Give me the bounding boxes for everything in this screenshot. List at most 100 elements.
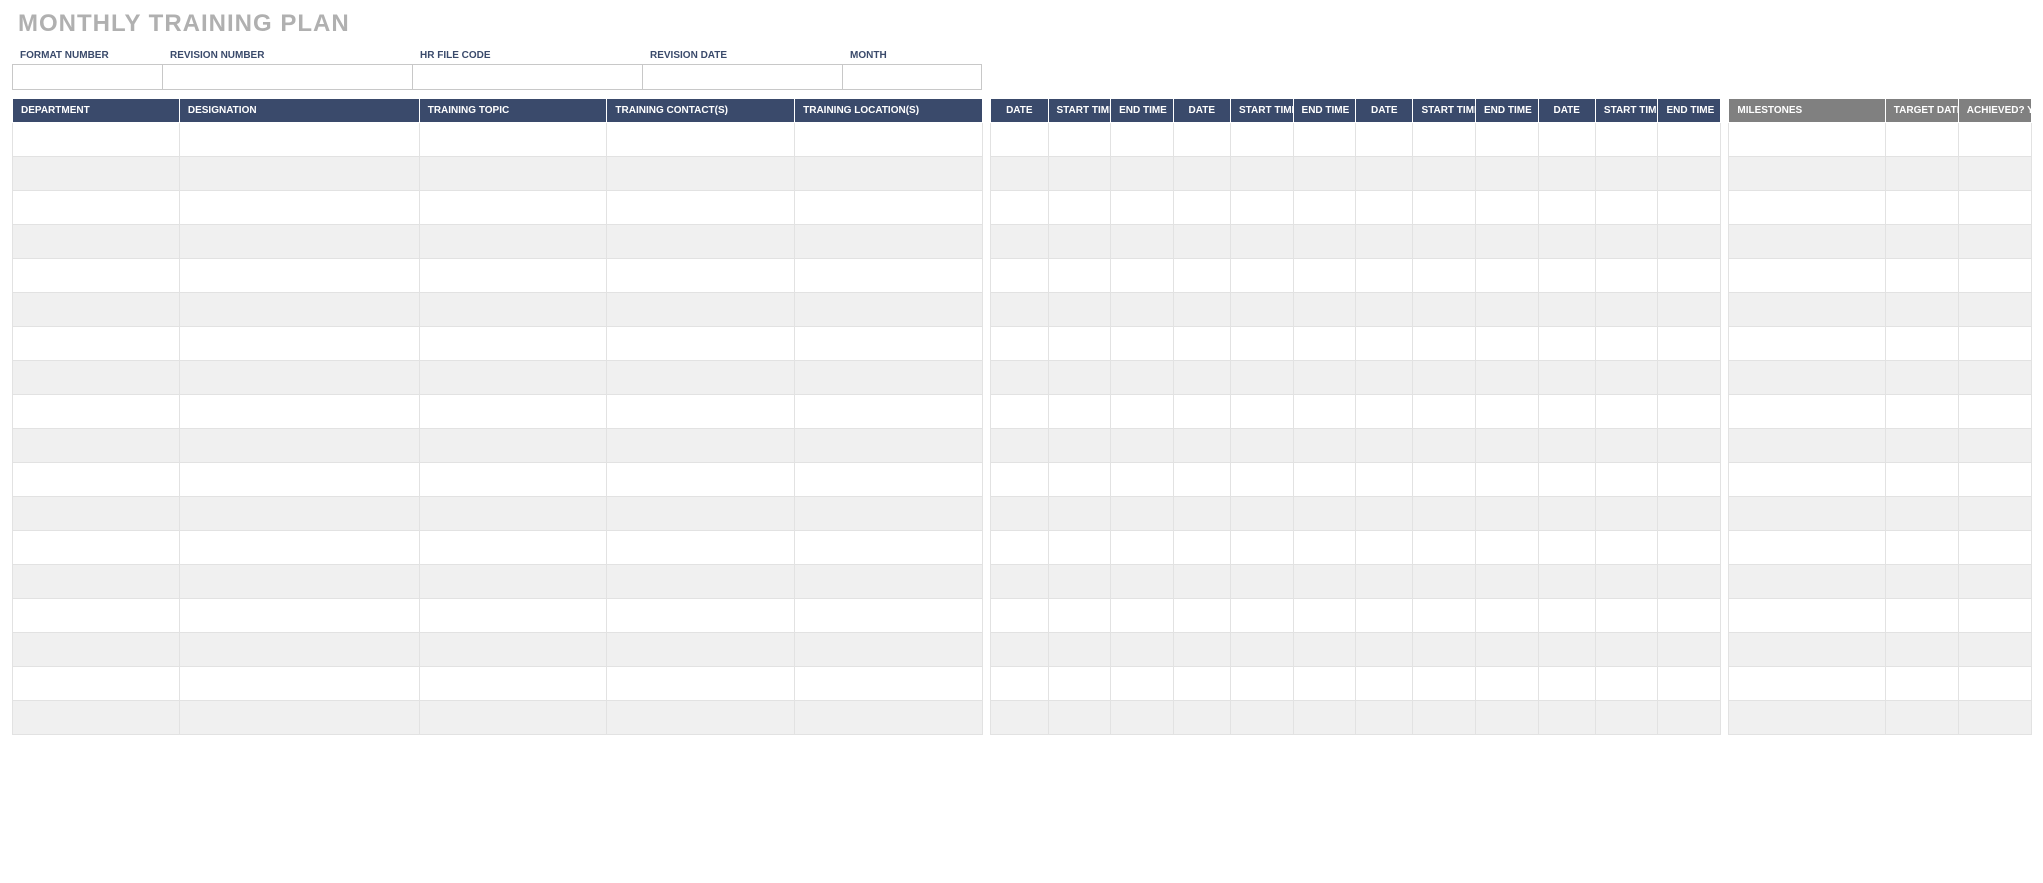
cell[interactable] xyxy=(1595,599,1658,633)
cell[interactable] xyxy=(1729,667,1885,701)
cell[interactable] xyxy=(1173,327,1230,361)
cell[interactable] xyxy=(1538,463,1595,497)
cell[interactable] xyxy=(1885,565,1958,599)
cell[interactable] xyxy=(1476,361,1539,395)
cell[interactable] xyxy=(1958,123,2031,157)
cell[interactable] xyxy=(607,395,795,429)
cell[interactable] xyxy=(1729,497,1885,531)
cell[interactable] xyxy=(1230,599,1293,633)
cell[interactable] xyxy=(607,259,795,293)
cell[interactable] xyxy=(419,429,607,463)
cell[interactable] xyxy=(1293,667,1356,701)
cell[interactable] xyxy=(991,191,1048,225)
cell[interactable] xyxy=(1885,225,1958,259)
cell[interactable] xyxy=(1958,565,2031,599)
cell[interactable] xyxy=(1658,123,1721,157)
cell[interactable] xyxy=(1111,599,1174,633)
cell[interactable] xyxy=(1048,565,1111,599)
cell[interactable] xyxy=(1658,395,1721,429)
cell[interactable] xyxy=(179,463,419,497)
cell[interactable] xyxy=(1293,701,1356,735)
cell[interactable] xyxy=(1885,327,1958,361)
cell[interactable] xyxy=(1173,259,1230,293)
cell[interactable] xyxy=(1048,429,1111,463)
cell[interactable] xyxy=(1173,395,1230,429)
cell[interactable] xyxy=(991,225,1048,259)
cell[interactable] xyxy=(1356,531,1413,565)
cell[interactable] xyxy=(1476,667,1539,701)
cell[interactable] xyxy=(1048,225,1111,259)
cell[interactable] xyxy=(1293,565,1356,599)
cell[interactable] xyxy=(991,259,1048,293)
cell[interactable] xyxy=(1230,123,1293,157)
cell[interactable] xyxy=(1658,157,1721,191)
cell[interactable] xyxy=(991,701,1048,735)
cell[interactable] xyxy=(1230,531,1293,565)
cell[interactable] xyxy=(1048,701,1111,735)
cell[interactable] xyxy=(1538,701,1595,735)
cell[interactable] xyxy=(1885,157,1958,191)
cell[interactable] xyxy=(607,361,795,395)
cell[interactable] xyxy=(179,191,419,225)
cell[interactable] xyxy=(607,531,795,565)
cell[interactable] xyxy=(1111,395,1174,429)
cell[interactable] xyxy=(13,225,180,259)
cell[interactable] xyxy=(419,259,607,293)
meta-input[interactable] xyxy=(412,64,642,90)
cell[interactable] xyxy=(419,395,607,429)
meta-input[interactable] xyxy=(842,64,982,90)
cell[interactable] xyxy=(1413,395,1476,429)
cell[interactable] xyxy=(1356,225,1413,259)
cell[interactable] xyxy=(1885,667,1958,701)
cell[interactable] xyxy=(1595,225,1658,259)
cell[interactable] xyxy=(607,701,795,735)
cell[interactable] xyxy=(795,463,983,497)
cell[interactable] xyxy=(179,123,419,157)
cell[interactable] xyxy=(1173,565,1230,599)
cell[interactable] xyxy=(795,225,983,259)
cell[interactable] xyxy=(1230,429,1293,463)
cell[interactable] xyxy=(1958,599,2031,633)
cell[interactable] xyxy=(1476,701,1539,735)
cell[interactable] xyxy=(1729,565,1885,599)
cell[interactable] xyxy=(1595,259,1658,293)
cell[interactable] xyxy=(179,667,419,701)
cell[interactable] xyxy=(1595,565,1658,599)
cell[interactable] xyxy=(607,429,795,463)
cell[interactable] xyxy=(179,633,419,667)
cell[interactable] xyxy=(1111,293,1174,327)
cell[interactable] xyxy=(1476,565,1539,599)
cell[interactable] xyxy=(1595,633,1658,667)
cell[interactable] xyxy=(991,463,1048,497)
cell[interactable] xyxy=(1595,361,1658,395)
cell[interactable] xyxy=(1111,497,1174,531)
cell[interactable] xyxy=(179,531,419,565)
cell[interactable] xyxy=(1538,429,1595,463)
cell[interactable] xyxy=(179,497,419,531)
cell[interactable] xyxy=(13,497,180,531)
cell[interactable] xyxy=(1293,429,1356,463)
cell[interactable] xyxy=(1293,395,1356,429)
cell[interactable] xyxy=(13,327,180,361)
cell[interactable] xyxy=(1476,191,1539,225)
cell[interactable] xyxy=(1413,361,1476,395)
cell[interactable] xyxy=(607,565,795,599)
cell[interactable] xyxy=(1048,191,1111,225)
cell[interactable] xyxy=(1111,633,1174,667)
cell[interactable] xyxy=(607,123,795,157)
cell[interactable] xyxy=(1413,633,1476,667)
cell[interactable] xyxy=(419,633,607,667)
cell[interactable] xyxy=(607,157,795,191)
cell[interactable] xyxy=(1958,191,2031,225)
cell[interactable] xyxy=(1538,123,1595,157)
cell[interactable] xyxy=(1356,259,1413,293)
cell[interactable] xyxy=(1729,361,1885,395)
cell[interactable] xyxy=(1729,157,1885,191)
cell[interactable] xyxy=(1658,327,1721,361)
cell[interactable] xyxy=(1293,497,1356,531)
cell[interactable] xyxy=(991,123,1048,157)
cell[interactable] xyxy=(1538,667,1595,701)
cell[interactable] xyxy=(179,157,419,191)
cell[interactable] xyxy=(1658,191,1721,225)
cell[interactable] xyxy=(179,259,419,293)
